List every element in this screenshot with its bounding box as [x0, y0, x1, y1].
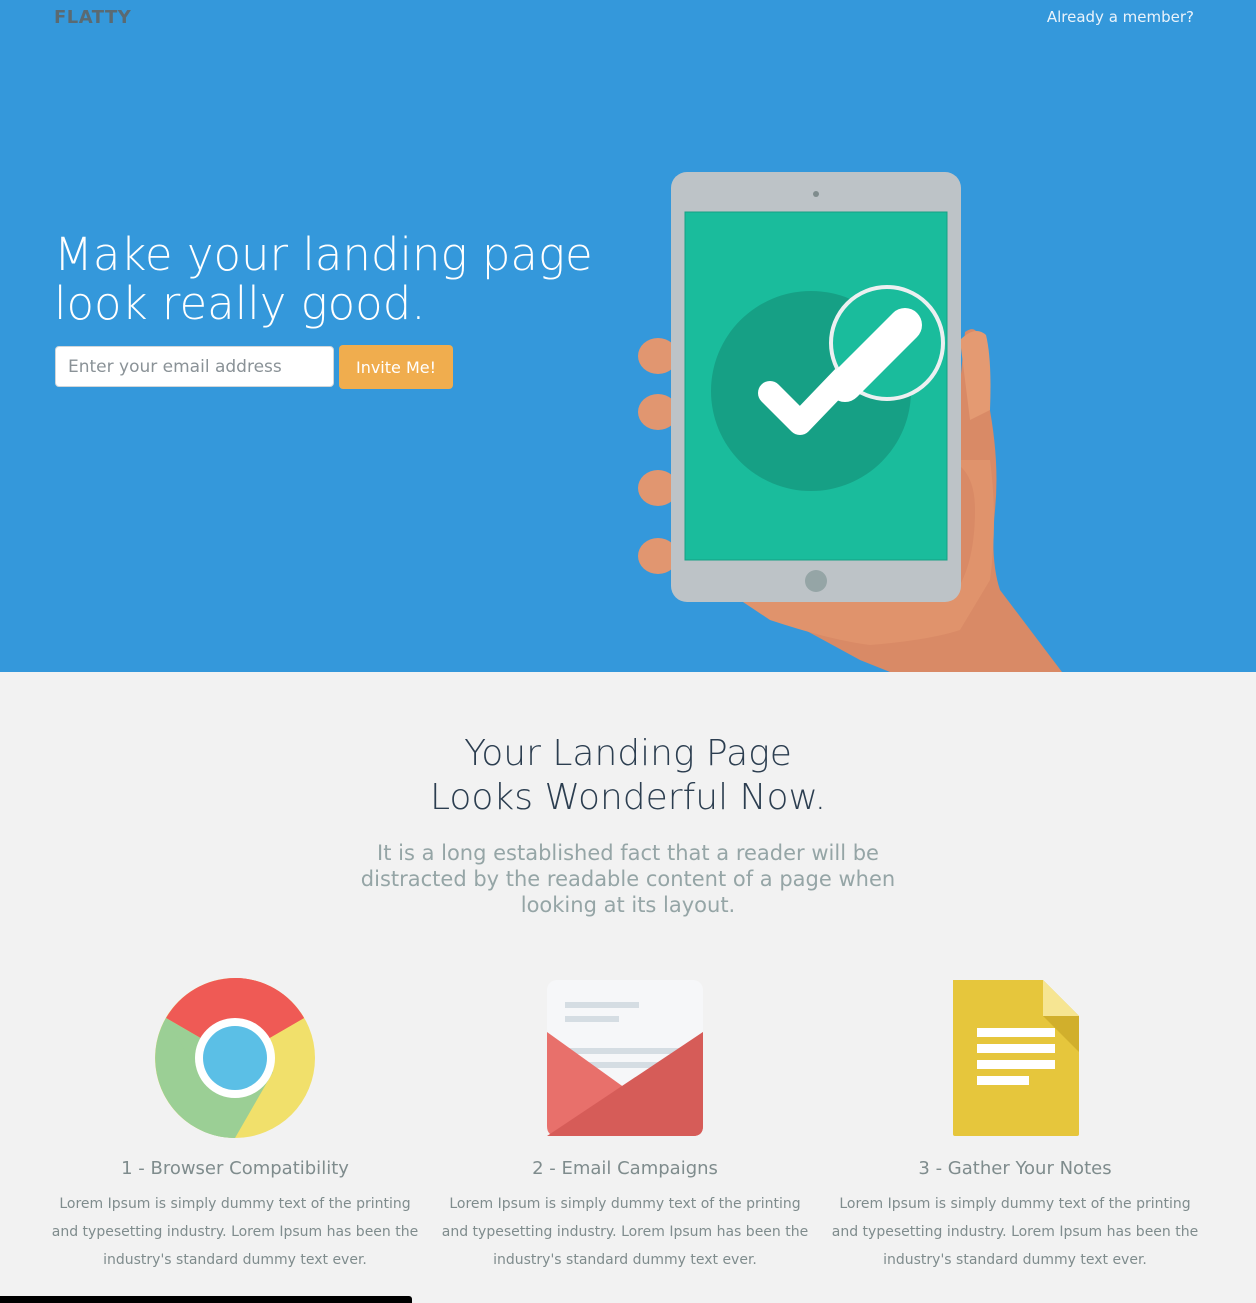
feature-icon-wrap — [40, 976, 430, 1140]
feature-text: Lorem Ipsum is simply dummy text of the … — [831, 1196, 1199, 1268]
section-title-line1: Your Landing Page — [464, 733, 792, 774]
section-title: Your Landing Page Looks Wonderful Now. — [0, 732, 1256, 820]
feature-browser: 1 - Browser Compatibility Lorem Ipsum is… — [40, 976, 430, 1274]
envelope-icon — [547, 980, 703, 1136]
section-lead-line3: looking at its layout. — [520, 893, 736, 917]
tablet-camera — [813, 191, 819, 197]
chrome-icon — [155, 978, 315, 1138]
feature-notes: 3 - Gather Your Notes Lorem Ipsum is sim… — [820, 976, 1210, 1274]
invite-button[interactable]: Invite Me! — [339, 345, 453, 389]
tablet-home-button — [805, 570, 827, 592]
hero-headline-line2: look really good. — [54, 277, 426, 330]
already-member-link[interactable]: Already a member? — [1047, 8, 1194, 26]
status-bar — [0, 1296, 412, 1303]
hero-headline-line1: Make your landing page — [54, 228, 593, 281]
feature-text: Lorem Ipsum is simply dummy text of the … — [441, 1196, 809, 1268]
feature-icon-wrap — [430, 976, 820, 1140]
hero-headline: Make your landing page look really good. — [54, 230, 614, 328]
brand-logo[interactable]: FLATTY — [54, 7, 131, 28]
section-lead-line1: It is a long established fact that a rea… — [377, 841, 879, 865]
hand-tablet-illustration — [638, 172, 1062, 672]
feature-title: 2 - Email Campaigns — [532, 1158, 718, 1179]
section-lead-line2: distracted by the readable content of a … — [360, 867, 896, 891]
document-icon — [953, 980, 1079, 1136]
feature-icon-wrap — [820, 976, 1210, 1140]
feature-email: 2 - Email Campaigns Lorem Ipsum is simpl… — [430, 976, 820, 1274]
email-input[interactable] — [55, 346, 334, 387]
feature-title: 1 - Browser Compatibility — [121, 1158, 349, 1179]
section-title-line2: Looks Wonderful Now. — [429, 777, 827, 818]
feature-text: Lorem Ipsum is simply dummy text of the … — [51, 1196, 419, 1268]
hero-section: FLATTY Already a member? Make your landi… — [0, 0, 1256, 672]
feature-title: 3 - Gather Your Notes — [918, 1158, 1112, 1179]
section-lead: It is a long established fact that a rea… — [0, 840, 1256, 918]
